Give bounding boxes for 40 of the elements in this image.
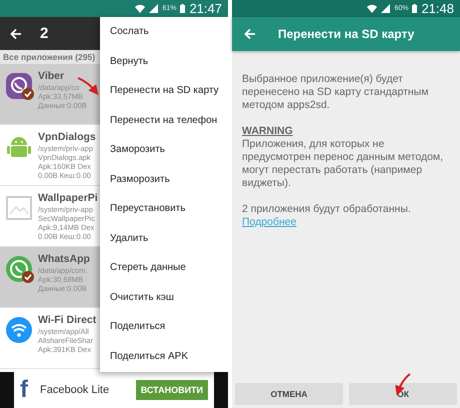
menu-item[interactable]: Заморозить bbox=[100, 135, 228, 164]
app-name: Wi-Fi Direct bbox=[38, 314, 96, 327]
menu-item[interactable]: Вернуть bbox=[100, 46, 228, 76]
menu-item[interactable]: Поделиться bbox=[100, 312, 228, 342]
status-time: 21:47 bbox=[189, 1, 222, 16]
status-time: 21:48 bbox=[421, 1, 454, 16]
battery-icon bbox=[180, 4, 186, 13]
menu-item[interactable]: Разморозить bbox=[100, 164, 228, 194]
app-name: Viber bbox=[38, 70, 64, 83]
menu-item[interactable]: Перенести на телефон bbox=[100, 106, 228, 135]
signal-icon bbox=[381, 4, 390, 13]
menu-item[interactable]: Переустановить bbox=[100, 194, 228, 224]
check-badge-icon bbox=[22, 271, 34, 283]
warning-text: Приложения, для которых не предусмотрен перенос данным методом, могут перестать работать (например виджеты). bbox=[242, 138, 444, 190]
app-name: WallpaperPi bbox=[38, 192, 98, 205]
screen-title: Перенести на SD карту bbox=[278, 27, 414, 41]
ad-title: Facebook Lite bbox=[40, 384, 110, 396]
selection-count: 2 bbox=[40, 25, 48, 42]
app-name: VpnDialogs bbox=[38, 131, 96, 144]
warning-heading: WARNING bbox=[242, 125, 293, 138]
signal-icon bbox=[149, 4, 158, 13]
dialog-button[interactable]: ОТМЕНА bbox=[235, 383, 343, 405]
menu-item[interactable]: Удалить bbox=[100, 224, 228, 253]
battery-icon bbox=[412, 4, 418, 13]
app-name: WhatsApp bbox=[38, 253, 90, 266]
menu-item[interactable]: Стереть данные bbox=[100, 253, 228, 282]
message-text: Выбранное приложение(я) будет перенесено на SD карту стандартным методом apps2sd. bbox=[242, 73, 430, 112]
wifi-icon bbox=[367, 4, 378, 13]
wifi-app-icon bbox=[5, 316, 33, 344]
app-logo: f bbox=[20, 378, 29, 402]
menu-item[interactable]: Поделиться APK bbox=[100, 342, 228, 371]
menu-item[interactable]: Перенести на SD карту bbox=[100, 76, 228, 106]
wifi-icon bbox=[135, 4, 146, 13]
picture-icon bbox=[5, 194, 33, 222]
count-text: 2 приложения будут обработанны. bbox=[242, 203, 411, 216]
menu-item[interactable]: Сослать bbox=[100, 17, 228, 46]
check-badge-icon bbox=[22, 88, 34, 100]
menu-item[interactable]: Очистить кэш bbox=[100, 282, 228, 312]
list-header-title: Все приложения (295) bbox=[3, 52, 96, 62]
back-arrow-icon[interactable] bbox=[10, 28, 22, 40]
